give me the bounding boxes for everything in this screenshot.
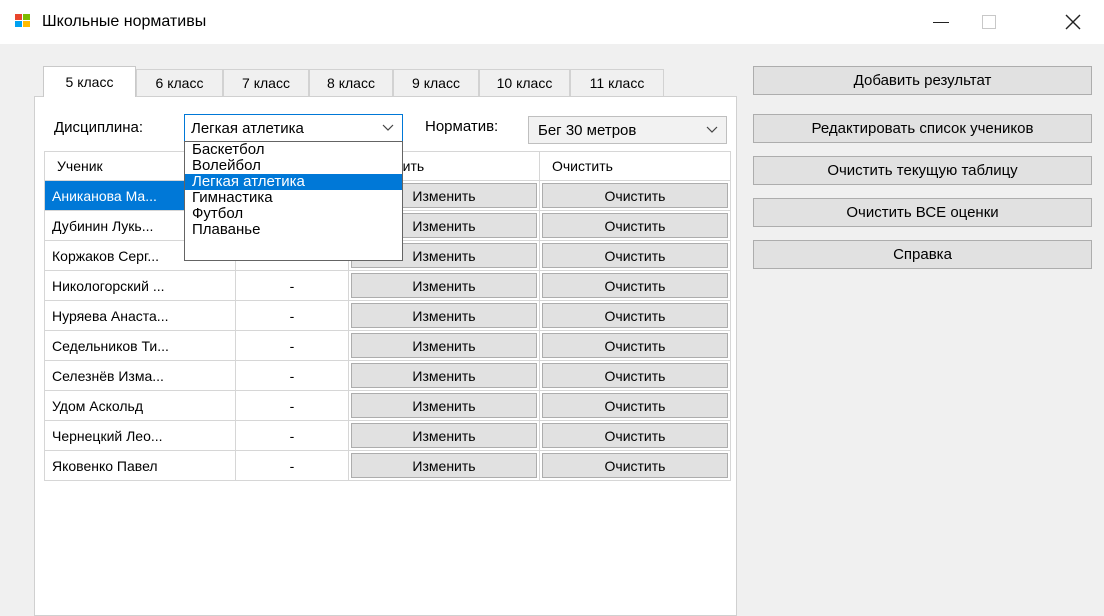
clear-button[interactable]: Очистить [542,393,728,418]
chevron-down-icon [706,126,718,133]
dropdown-option-gymnastics[interactable]: Гимнастика [185,190,402,206]
dropdown-option-athletics[interactable]: Легкая атлетика [185,174,402,190]
clear-button[interactable]: Очистить [542,363,728,388]
student-name[interactable]: Селезнёв Изма... [44,360,236,391]
tab-7-class[interactable]: 7 класс [223,69,309,97]
clear-all-grades-button[interactable]: Очистить ВСЕ оценки [753,198,1092,227]
tab-11-class[interactable]: 11 класс [570,69,664,97]
student-name[interactable]: Чернецкий Лео... [44,420,236,451]
table-row[interactable]: Селезнёв Изма... - Изменить Очистить [44,360,731,391]
column-header-clear[interactable]: Очистить [539,151,731,181]
dropdown-option-basketball[interactable]: Баскетбол [185,142,402,158]
title-bar: Школьные нормативы [0,0,1104,44]
tab-8-class[interactable]: 8 класс [309,69,393,97]
edit-button[interactable]: Изменить [351,453,537,478]
minimize-icon [933,21,949,23]
table-row[interactable]: Удом Аскольд - Изменить Очистить [44,390,731,421]
close-icon [1065,14,1081,30]
score-cell[interactable]: - [235,360,349,391]
discipline-select[interactable]: Легкая атлетика [184,114,403,142]
clear-button[interactable]: Очистить [542,243,728,268]
dropdown-option-football[interactable]: Футбол [185,206,402,222]
norm-select[interactable]: Бег 30 метров [528,116,727,144]
table-row[interactable]: Яковенко Павел - Изменить Очистить [44,450,731,481]
app-icon [15,14,31,28]
student-name[interactable]: Седельников Ти... [44,330,236,361]
clear-button[interactable]: Очистить [542,213,728,238]
minimize-button[interactable] [918,0,964,44]
clear-button[interactable]: Очистить [542,183,728,208]
add-result-button[interactable]: Добавить результат [753,66,1092,95]
table-row[interactable]: Седельников Ти... - Изменить Очистить [44,330,731,361]
edit-button[interactable]: Изменить [351,363,537,388]
tab-9-class[interactable]: 9 класс [393,69,479,97]
table-row[interactable]: Чернецкий Лео... - Изменить Очистить [44,420,731,451]
edit-students-button[interactable]: Редактировать список учеников [753,114,1092,143]
edit-button[interactable]: Изменить [351,333,537,358]
help-button[interactable]: Справка [753,240,1092,269]
dropdown-option-swimming[interactable]: Плаванье [185,222,402,238]
table-row[interactable]: Нуряева Анаста... - Изменить Очистить [44,300,731,331]
clear-button[interactable]: Очистить [542,453,728,478]
edit-button[interactable]: Изменить [351,423,537,448]
table-row[interactable]: Никологорский ... - Изменить Очистить [44,270,731,301]
clear-button[interactable]: Очистить [542,333,728,358]
student-name[interactable]: Яковенко Павел [44,450,236,481]
student-name[interactable]: Нуряева Анаста... [44,300,236,331]
maximize-icon [982,15,996,29]
tab-6-class[interactable]: 6 класс [136,69,223,97]
discipline-label: Дисциплина: [54,119,144,136]
discipline-value: Легкая атлетика [191,120,304,137]
norm-label: Норматив: [425,118,499,135]
window-title: Школьные нормативы [42,13,207,30]
dropdown-option-volleyball[interactable]: Волейбол [185,158,402,174]
score-cell[interactable]: - [235,270,349,301]
norm-value: Бег 30 метров [538,122,637,139]
score-cell[interactable]: - [235,450,349,481]
discipline-dropdown-list: Баскетбол Волейбол Легкая атлетика Гимна… [184,141,403,261]
clear-button[interactable]: Очистить [542,423,728,448]
score-cell[interactable]: - [235,420,349,451]
clear-button[interactable]: Очистить [542,273,728,298]
edit-button[interactable]: Изменить [351,303,537,328]
score-cell[interactable]: - [235,330,349,361]
score-cell[interactable]: - [235,300,349,331]
student-name[interactable]: Никологорский ... [44,270,236,301]
edit-button[interactable]: Изменить [351,273,537,298]
maximize-button[interactable] [966,0,1012,44]
tab-5-class[interactable]: 5 класс [43,66,136,97]
clear-button[interactable]: Очистить [542,303,728,328]
tab-10-class[interactable]: 10 класс [479,69,570,97]
close-button[interactable] [1050,0,1096,44]
student-name[interactable]: Удом Аскольд [44,390,236,421]
clear-table-button[interactable]: Очистить текущую таблицу [753,156,1092,185]
score-cell[interactable]: - [235,390,349,421]
edit-button[interactable]: Изменить [351,393,537,418]
chevron-down-icon [382,124,394,131]
